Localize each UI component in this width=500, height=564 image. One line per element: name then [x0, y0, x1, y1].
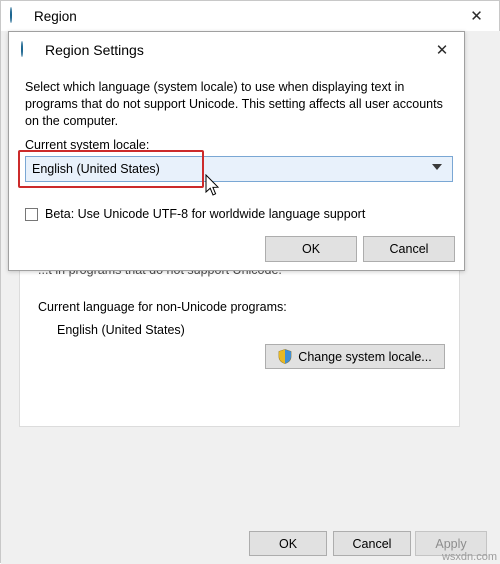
cancel-button[interactable]: Cancel [333, 531, 411, 556]
dialog-ok-button[interactable]: OK [265, 236, 357, 262]
current-language-label: Current language for non-Unicode program… [38, 300, 287, 314]
change-system-locale-button[interactable]: Change system locale... [265, 344, 445, 369]
close-icon[interactable]: ✕ [420, 32, 464, 68]
dialog-description: Select which language (system locale) to… [25, 80, 443, 128]
utf8-checkbox-row[interactable]: Beta: Use Unicode UTF-8 for worldwide la… [25, 207, 365, 221]
system-locale-combobox[interactable]: English (United States) [25, 156, 453, 182]
globe-icon [10, 7, 26, 24]
ok-button[interactable]: OK [249, 531, 327, 556]
system-locale-value: English (United States) [32, 162, 160, 176]
region-window-button-bar: OK Cancel Apply [1, 531, 500, 561]
globe-icon [21, 41, 37, 58]
change-system-locale-label: Change system locale... [298, 349, 432, 364]
region-settings-panel [19, 256, 460, 427]
shield-icon [278, 349, 292, 364]
watermark: wsxdn.com [441, 551, 497, 563]
region-titlebar: Region ✕ [1, 1, 499, 31]
dialog-cancel-button[interactable]: Cancel [363, 236, 455, 262]
region-window-title: Region [34, 8, 77, 24]
dialog-title: Region Settings [45, 42, 144, 58]
chevron-down-icon[interactable] [432, 164, 442, 170]
system-locale-combobox-field[interactable]: English (United States) [25, 156, 453, 182]
dialog-titlebar: Region Settings ✕ [9, 32, 464, 68]
mouse-cursor [205, 173, 221, 198]
utf8-checkbox[interactable] [25, 207, 38, 221]
current-system-locale-label: Current system locale: [25, 138, 150, 152]
utf8-checkbox-label: Beta: Use Unicode UTF-8 for worldwide la… [45, 207, 366, 221]
close-icon[interactable]: ✕ [454, 1, 499, 31]
region-settings-dialog: Region Settings ✕ Select which language … [8, 31, 465, 271]
current-language-value: English (United States) [57, 323, 185, 337]
